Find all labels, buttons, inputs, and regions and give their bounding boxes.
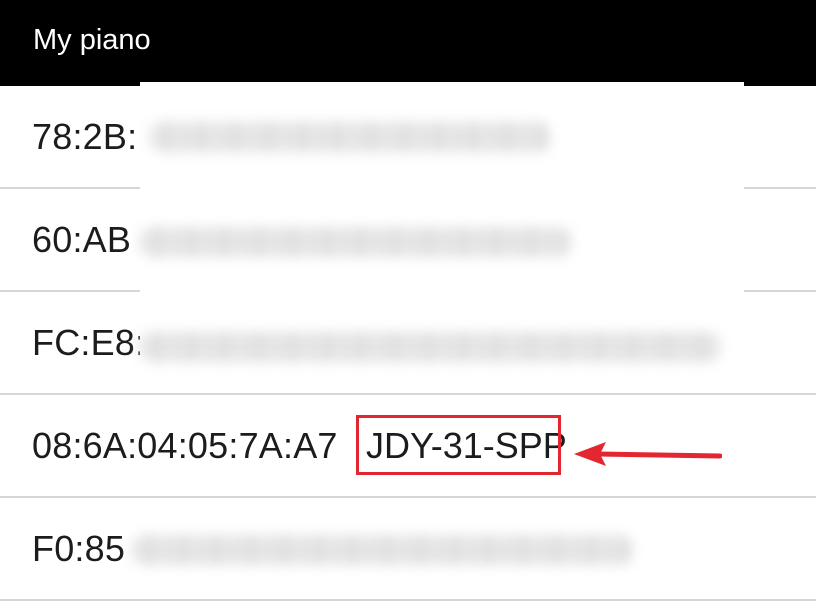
device-list-item[interactable]: F0:85	[0, 498, 816, 601]
device-address: FC:E8:	[32, 321, 146, 363]
device-list: 78:2B: 60:AB FC:E8: 08:6A:04:05:7A:A7 JD…	[0, 86, 816, 601]
arrow-left-icon	[574, 442, 722, 466]
device-list-item[interactable]: 60:AB	[0, 189, 816, 292]
highlight-box	[356, 415, 561, 475]
device-address: 78:2B:	[32, 115, 138, 157]
app-bar: My piano	[0, 0, 816, 86]
app-screen: My piano 78:2B: 60:AB FC:E8: 08:6A:04:05…	[0, 0, 816, 603]
device-address: F0:85	[32, 527, 126, 569]
device-list-item[interactable]: 78:2B:	[0, 86, 816, 189]
device-address: 08:6A:04:05:7A:A7	[32, 424, 338, 466]
app-title: My piano	[33, 24, 151, 56]
device-list-item[interactable]: FC:E8:	[0, 292, 816, 395]
device-address: 60:AB	[32, 218, 132, 260]
